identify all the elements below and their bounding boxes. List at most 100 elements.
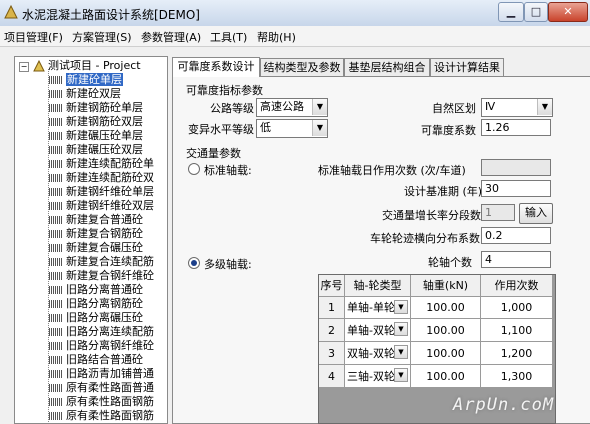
road-grade-value: 高速公路 (260, 100, 304, 113)
project-tree[interactable]: − 测试项目 - Project 新建砼单层 新建砼双层 新建钢筋砼单层 新建钢筋砼双… (14, 56, 168, 424)
tree-item[interactable]: 新建复合普通砼 (49, 213, 143, 226)
reliability-section-title: 可靠度指标参数 (186, 84, 263, 97)
menu-help[interactable]: 帮助(H) (257, 29, 296, 45)
grid-header-type: 轴-轮类型 (345, 275, 411, 297)
tree-item[interactable]: 新建碾压砼双层 (49, 143, 143, 156)
tree-item[interactable]: 新建砼双层 (49, 87, 121, 100)
menu-scheme[interactable]: 方案管理(S) (72, 29, 132, 45)
tree-item[interactable]: 新建连续配筋砼双 (49, 171, 154, 184)
title-bar: 水泥混凝土路面设计系统[DEMO] ▁ □ ✕ (0, 0, 590, 27)
grid-row-type[interactable]: 单轴-双轮 ▼ (345, 319, 411, 342)
tree-connector-icon (49, 272, 63, 280)
tree-item[interactable]: 新建复合连续配筋 (49, 255, 154, 268)
grid-row-load[interactable]: 100.00 (411, 365, 481, 388)
tree-connector-icon (49, 216, 63, 224)
chevron-down-icon[interactable]: ▼ (394, 322, 408, 336)
chevron-down-icon[interactable]: ▼ (394, 345, 408, 359)
watermark: ArpUn.coM (453, 395, 555, 415)
tree-item-label: 新建钢筋砼双层 (66, 115, 143, 128)
tree-item-label: 原有柔性路面钢筋 (66, 409, 154, 422)
tree-item-label: 新建钢纤维砼单层 (66, 185, 154, 198)
window-title: 水泥混凝土路面设计系统[DEMO] (22, 8, 200, 22)
road-grade-select[interactable]: 高速公路 ▼ (256, 98, 328, 117)
minimize-button[interactable]: ▁ (498, 2, 524, 22)
tree-item[interactable]: 新建复合碾压砼 (49, 241, 143, 254)
grid-row-count[interactable]: 1,300 (481, 365, 553, 388)
grid-row-load[interactable]: 100.00 (411, 319, 481, 342)
collapse-icon[interactable]: − (19, 62, 29, 72)
chevron-down-icon[interactable]: ▼ (394, 368, 408, 382)
tree-item[interactable]: 原有柔性路面钢筋 (49, 409, 154, 422)
tree-root[interactable]: − 测试项目 - Project (19, 59, 141, 72)
tree-connector-icon (49, 314, 63, 322)
grid-row-type[interactable]: 单轴-单轮 ▼ (345, 297, 411, 319)
tree-item-label: 新建连续配筋砼单 (66, 157, 154, 170)
menu-tools[interactable]: 工具(T) (210, 29, 247, 45)
tree-item[interactable]: 新建钢筋砼单层 (49, 101, 143, 114)
variation-select[interactable]: 低 ▼ (256, 119, 328, 138)
axle-count-label: 轮轴个数 (428, 256, 472, 269)
tree-item[interactable]: 原有柔性路面普通 (49, 381, 154, 394)
tree-item-label: 原有柔性路面钢筋 (66, 395, 154, 408)
tree-item[interactable]: 新建钢纤维砼单层 (49, 185, 154, 198)
grid-row-load[interactable]: 100.00 (411, 297, 481, 319)
standard-axle-radio[interactable] (188, 163, 200, 175)
tree-connector-icon (49, 300, 63, 308)
daily-count-input[interactable] (481, 159, 551, 176)
lateral-dist-input[interactable]: 0.2 (481, 227, 551, 244)
tree-item-label: 旧路分离钢纤维砼 (66, 339, 154, 352)
tree-item[interactable]: 旧路分离连续配筋 (49, 325, 154, 338)
tree-item[interactable]: 新建连续配筋砼单 (49, 157, 154, 170)
menu-params[interactable]: 参数管理(A) (141, 29, 201, 45)
tab-reliability[interactable]: 可靠度系数设计 (172, 57, 260, 77)
tree-item-label: 旧路分离碾压砼 (66, 311, 143, 324)
multi-axle-radio[interactable] (188, 257, 200, 269)
chevron-down-icon[interactable]: ▼ (394, 300, 408, 314)
grid-row-count[interactable]: 1,200 (481, 342, 553, 365)
tree-item[interactable]: 新建碾压砼单层 (49, 129, 143, 142)
tree-item-label: 新建复合连续配筋 (66, 255, 154, 268)
tab-results[interactable]: 设计计算结果 (430, 58, 504, 76)
reliability-coef-input[interactable]: 1.26 (481, 119, 551, 136)
tree-item[interactable]: 新建复合钢筋砼 (49, 227, 143, 240)
grid-row-count[interactable]: 1,000 (481, 297, 553, 319)
tree-item[interactable]: 旧路分离钢筋砼 (49, 297, 143, 310)
tree-item[interactable]: 旧路沥青加铺普通 (49, 367, 154, 380)
region-select[interactable]: Ⅳ ▼ (481, 98, 553, 117)
tree-item-label: 新建复合碾压砼 (66, 241, 143, 254)
tree-item[interactable]: 新建复合钢纤维砼 (49, 269, 154, 282)
tree-connector-icon (49, 244, 63, 252)
tab-base-layer[interactable]: 基垫层结构组合 (344, 58, 430, 76)
axle-count-input[interactable]: 4 (481, 251, 551, 268)
grid-row-load[interactable]: 100.00 (411, 342, 481, 365)
tree-item[interactable]: 原有柔性路面钢筋 (49, 395, 154, 408)
tree-item-label: 新建连续配筋砼双 (66, 171, 154, 184)
menu-project[interactable]: 项目管理(F) (4, 29, 63, 45)
tree-item[interactable]: 旧路结合普通砼 (49, 353, 143, 366)
tree-item[interactable]: 新建钢纤维砼双层 (49, 199, 154, 212)
growth-input-button[interactable]: 输入 (519, 203, 553, 224)
project-icon (32, 59, 45, 72)
variation-value: 低 (260, 121, 271, 134)
tree-connector-icon (49, 146, 63, 154)
tree-connector-icon (49, 328, 63, 336)
design-period-input[interactable]: 30 (481, 180, 551, 197)
tree-item[interactable]: 旧路分离钢纤维砼 (49, 339, 154, 352)
tree-item[interactable]: 旧路分离普通砼 (49, 283, 143, 296)
tree-item[interactable]: 新建钢筋砼双层 (49, 115, 143, 128)
tree-item[interactable]: 新建砼单层 (49, 73, 123, 86)
tree-connector-icon (49, 384, 63, 392)
tab-structure[interactable]: 结构类型及参数 (260, 58, 344, 76)
tree-item[interactable]: 旧路分离碾压砼 (49, 311, 143, 324)
reliability-coef-label: 可靠度系数 (421, 124, 476, 137)
grid-row-type[interactable]: 三轴-双轮 ▼ (345, 365, 411, 388)
close-button[interactable]: ✕ (548, 2, 588, 22)
grid-row-count[interactable]: 1,100 (481, 319, 553, 342)
tree-item-label: 新建钢纤维砼双层 (66, 199, 154, 212)
growth-segments-input[interactable]: 1 (481, 204, 515, 221)
tree-connector-icon (49, 412, 63, 420)
tree-connector-icon (49, 356, 63, 364)
grid-row-type[interactable]: 双轴-双轮 ▼ (345, 342, 411, 365)
maximize-button[interactable]: □ (524, 2, 548, 22)
grid-row-no: 4 (319, 365, 345, 388)
